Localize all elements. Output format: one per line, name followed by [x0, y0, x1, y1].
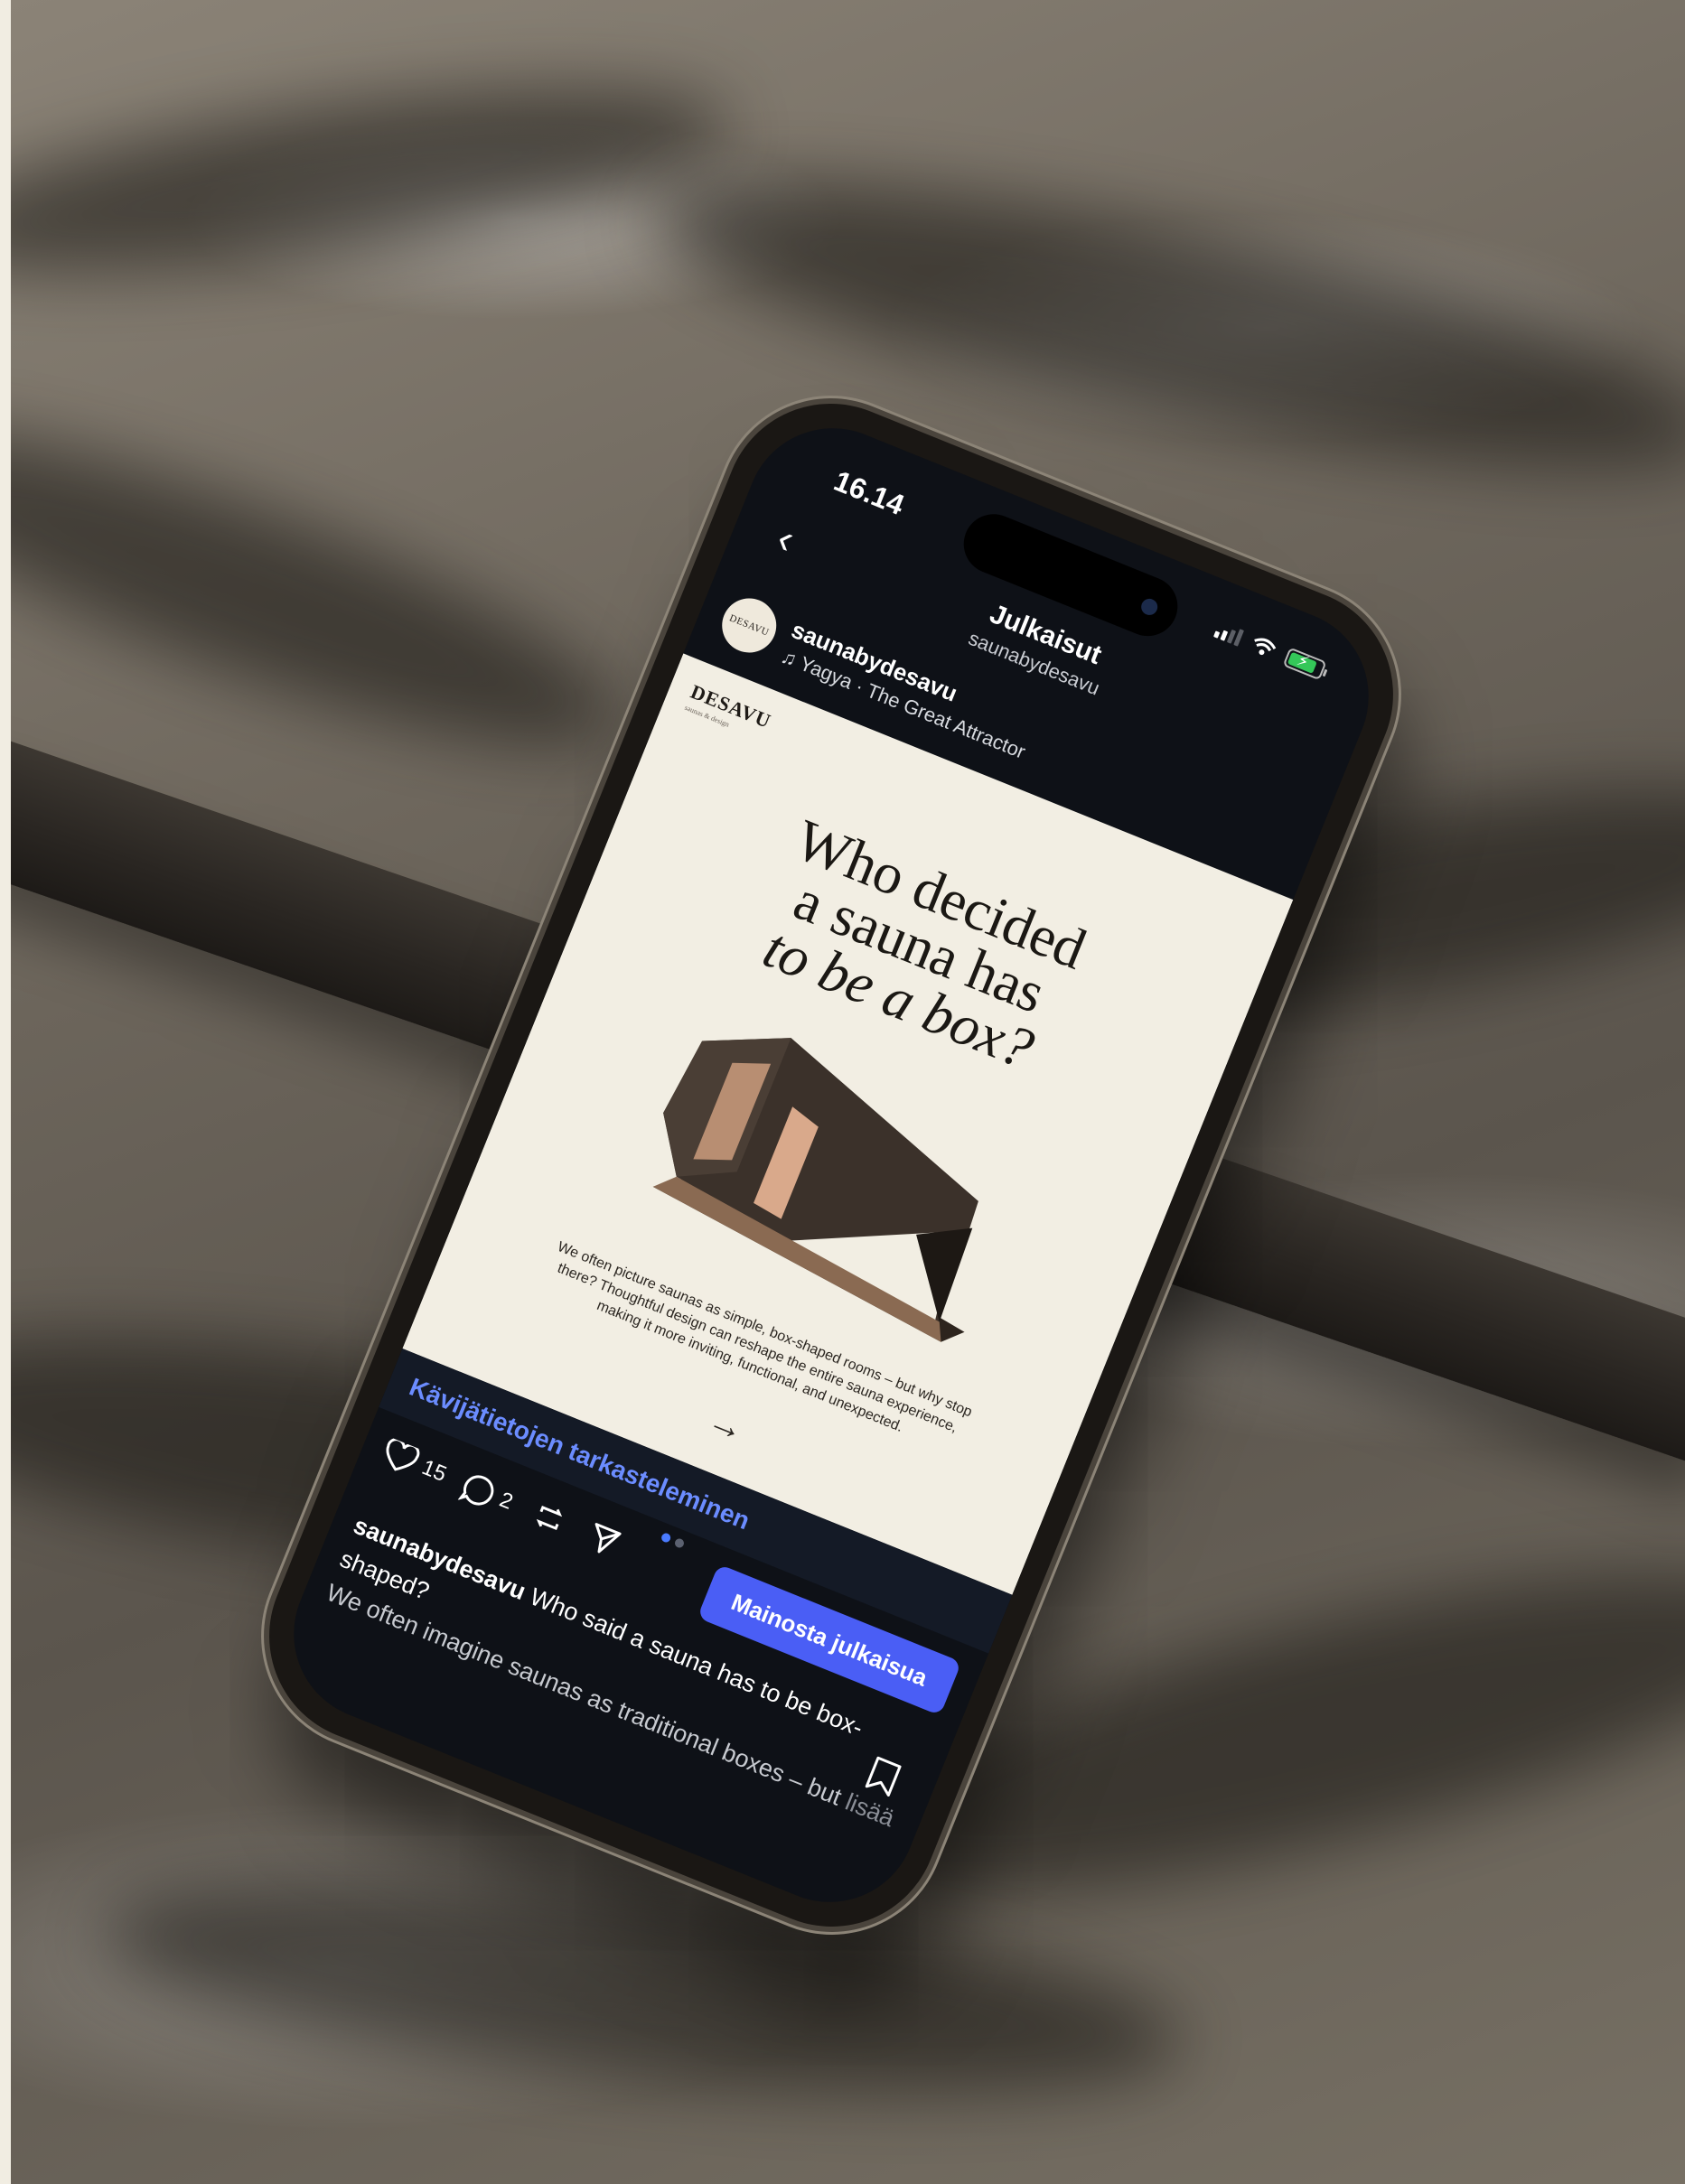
avatar[interactable]: DESAVU: [714, 590, 785, 661]
share-button[interactable]: [584, 1520, 623, 1560]
heart-icon: [386, 1438, 420, 1471]
comment-icon: [457, 1475, 494, 1506]
like-button[interactable]: 15: [379, 1437, 451, 1490]
leaf-shadow: [11, 371, 647, 803]
leaf-shadow: [11, 52, 740, 309]
status-icons: ⚡: [1213, 619, 1328, 681]
repost-button[interactable]: [529, 1498, 569, 1537]
signal-icon: [1213, 621, 1245, 647]
comment-button[interactable]: 2: [457, 1470, 518, 1519]
camera-dot: [1138, 596, 1160, 618]
status-time: 16.14: [829, 463, 909, 522]
like-count: 15: [418, 1455, 450, 1488]
wifi-icon: [1254, 638, 1277, 656]
repost-icon: [536, 1506, 563, 1531]
battery-icon: ⚡: [1282, 647, 1328, 681]
brand-logo: DESAVU: [687, 679, 775, 733]
share-icon: [594, 1523, 622, 1554]
comment-count: 2: [495, 1487, 517, 1515]
music-note-icon: ♫: [778, 644, 800, 671]
